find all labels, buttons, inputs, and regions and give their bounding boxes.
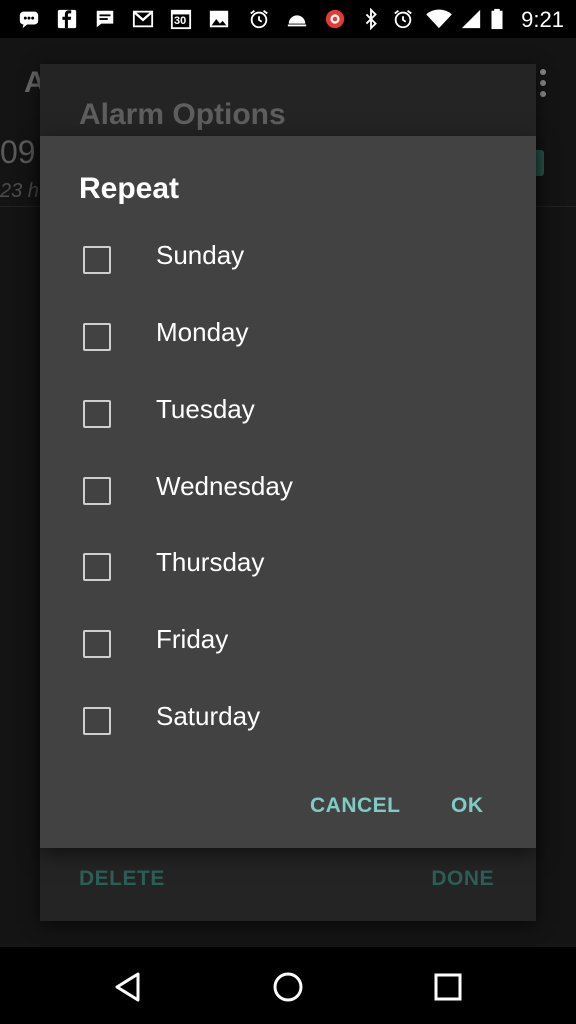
alarm-icon (394, 10, 412, 29)
repeat-option-sunday[interactable]: Sunday (40, 230, 536, 290)
option-label: Saturday (156, 701, 261, 731)
clock: 9:21 (521, 7, 564, 32)
option-label: Sunday (156, 240, 245, 270)
alarm-subtitle: 23 h (0, 180, 39, 202)
dialog-title: Repeat (79, 172, 180, 205)
image-icon (209, 10, 229, 28)
weather-icon (287, 15, 307, 27)
dialog-title: Alarm Options (79, 98, 286, 131)
option-label: Friday (156, 624, 229, 654)
delete-button[interactable]: DELETE (79, 867, 165, 891)
checkbox[interactable] (83, 707, 111, 735)
repeat-option-friday[interactable]: Friday (40, 614, 536, 674)
repeat-option-thursday[interactable]: Thursday (40, 537, 536, 597)
cancel-button[interactable]: CANCEL (310, 794, 401, 818)
alarm-time[interactable]: 09 (0, 134, 36, 171)
battery-icon (491, 8, 503, 30)
bluetooth-icon (365, 8, 377, 30)
option-label: Tuesday (156, 394, 255, 424)
calendar-icon: 30 (170, 8, 192, 30)
done-button[interactable]: DONE (431, 867, 494, 891)
status-bar: 30 9:21 (0, 0, 576, 38)
gmail-icon (132, 10, 154, 28)
option-label: Wednesday (156, 471, 293, 501)
wifi-icon (426, 9, 452, 29)
facebook-icon (57, 9, 77, 29)
repeat-dialog: Repeat Sunday Monday Tuesday Wednesday T… (40, 136, 536, 848)
checkbox[interactable] (83, 630, 111, 658)
checkbox[interactable] (83, 246, 111, 274)
navigation-bar (0, 947, 576, 1024)
chat-icon (19, 11, 39, 29)
repeat-option-tuesday[interactable]: Tuesday (40, 384, 536, 444)
overflow-menu-icon[interactable] (540, 68, 546, 98)
signal-icon (461, 9, 481, 29)
home-icon[interactable] (268, 967, 308, 1007)
repeat-option-wednesday[interactable]: Wednesday (40, 461, 536, 521)
alarm-icon (250, 10, 268, 29)
checkbox[interactable] (83, 323, 111, 351)
back-icon[interactable] (108, 967, 148, 1007)
message-icon (96, 10, 114, 28)
repeat-option-saturday[interactable]: Saturday (40, 691, 536, 751)
checkbox[interactable] (83, 400, 111, 428)
recents-icon[interactable] (428, 967, 468, 1007)
ok-button[interactable]: OK (451, 794, 484, 818)
option-label: Thursday (156, 547, 265, 577)
repeat-option-monday[interactable]: Monday (40, 307, 536, 367)
option-label: Monday (156, 317, 249, 347)
app-icon (325, 9, 345, 29)
checkbox[interactable] (83, 477, 111, 505)
checkbox[interactable] (83, 553, 111, 581)
